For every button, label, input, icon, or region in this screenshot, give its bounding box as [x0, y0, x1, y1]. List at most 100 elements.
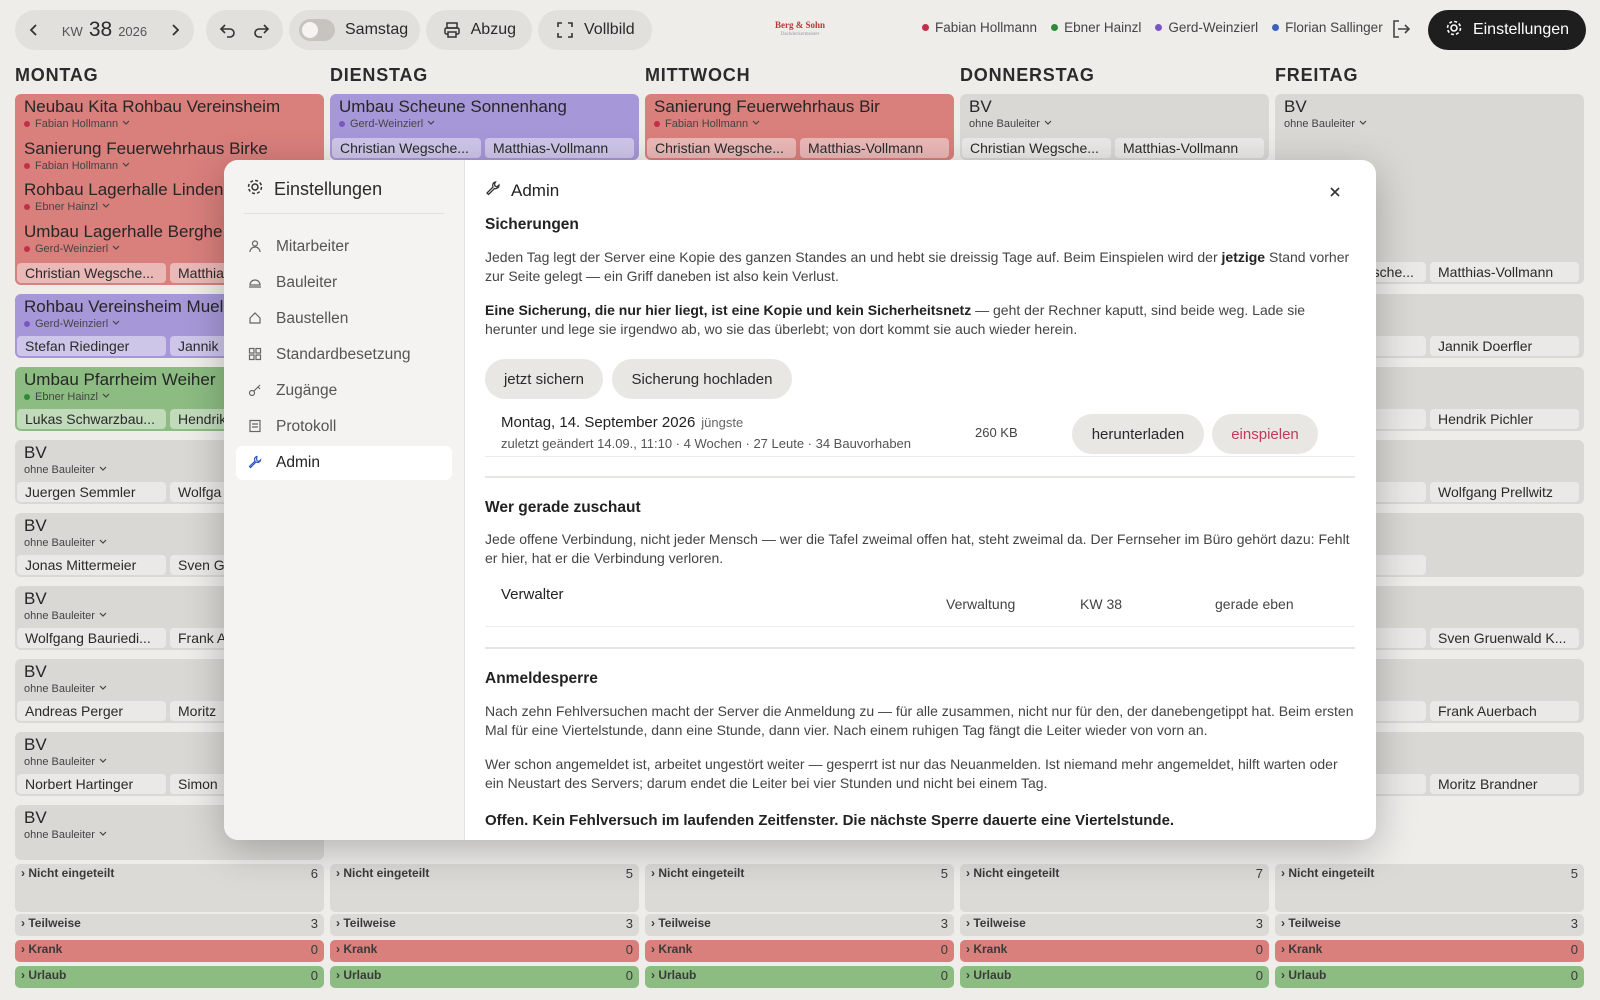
project-card[interactable]: BV ohne Bauleiter Christian Wegsche...Mat…: [960, 94, 1269, 160]
strip-krank[interactable]: › Krank 0: [330, 940, 639, 962]
admin-panel: Admin Sicherungen Jeden Tag legt der Ser…: [465, 160, 1376, 840]
worker-chip[interactable]: Wolfgang Prellwitz: [1430, 482, 1579, 502]
fullscreen-button[interactable]: Vollbild: [538, 10, 652, 50]
worker-chip[interactable]: Moritz Brandner: [1430, 774, 1579, 794]
settings-nav-helmet[interactable]: Bauleiter: [236, 266, 452, 300]
worker-chip[interactable]: Hendrik Pichler: [1430, 409, 1579, 429]
worker-chip[interactable]: Christian Wegsche...: [17, 262, 166, 283]
worker-chip[interactable]: Jonas Mittermeier: [17, 555, 166, 575]
viewers-title: Wer gerade zuschaut: [485, 499, 641, 516]
leader-dot: [24, 394, 30, 400]
strip-urlaub[interactable]: › Urlaub 0: [645, 966, 954, 988]
worker-chip[interactable]: Stefan Riedinger: [17, 336, 166, 356]
close-icon[interactable]: [1325, 182, 1345, 202]
strip-teil[interactable]: › Teilweise 3: [645, 914, 954, 936]
worker-chip[interactable]: Christian Wegsche...: [332, 138, 481, 158]
strip-label: Nicht eingeteilt: [973, 866, 1060, 880]
worker-chip[interactable]: Norbert Hartinger: [17, 774, 166, 794]
worker-chip[interactable]: Wolfgang Bauriedi...: [17, 628, 166, 648]
project-card[interactable]: Umbau Scheune Sonnenhang Gerd-Weinzierl C…: [330, 94, 639, 160]
worker-chip[interactable]: Matthias-Vollmann: [800, 138, 949, 158]
saturday-toggle[interactable]: Samstag: [289, 10, 420, 50]
worker-chip[interactable]: Matthias-Vollmann: [1430, 262, 1579, 282]
download-button[interactable]: herunterladen: [1072, 414, 1204, 454]
toggle-switch[interactable]: [299, 19, 335, 41]
strip-count: 0: [940, 942, 948, 957]
viewer-week: KW 38: [1080, 596, 1123, 612]
worker-chip[interactable]: Matthias-Vollmann: [485, 138, 634, 158]
site-leader[interactable]: Fabian Hollmann: [654, 117, 945, 131]
strip-nicht[interactable]: › Nicht eingeteilt 5: [1275, 864, 1584, 912]
strip-nicht[interactable]: › Nicht eingeteilt 5: [645, 864, 954, 912]
leader-name: ohne Bauleiter: [24, 829, 95, 841]
chevron-right-icon[interactable]: [164, 19, 186, 41]
strip-krank[interactable]: › Krank 0: [645, 940, 954, 962]
wrench-icon: [485, 180, 501, 201]
settings-button[interactable]: Einstellungen: [1428, 10, 1586, 50]
lock-text-1: Nach zehn Fehlversuchen macht der Server…: [485, 703, 1354, 738]
worker-chip[interactable]: Juergen Semmler: [17, 482, 166, 502]
worker-chip[interactable]: Christian Wegsche...: [962, 138, 1111, 158]
project-card[interactable]: Neubau Kita Rohbau Vereinsheim Fabian Hol…: [15, 94, 324, 136]
settings-nav-key[interactable]: Zugänge: [236, 374, 452, 408]
worker-chip[interactable]: Frank Auerbach: [1430, 701, 1579, 721]
viewer-name: Verwalter: [501, 586, 564, 603]
site-leader[interactable]: Fabian Hollmann: [24, 117, 315, 131]
print-button[interactable]: Abzug: [426, 10, 532, 50]
legend-name: Ebner Hainzl: [1064, 20, 1142, 35]
logout-icon[interactable]: [1390, 18, 1414, 42]
strip-count: 5: [940, 866, 948, 881]
strip-label: Urlaub: [973, 968, 1012, 982]
worker-chip[interactable]: Sven Gruenwald K...: [1430, 628, 1579, 648]
strip-teil[interactable]: › Teilweise 3: [15, 914, 324, 936]
strip-urlaub[interactable]: › Urlaub 0: [330, 966, 639, 988]
settings-nav-log[interactable]: Protokoll: [236, 410, 452, 444]
strip-teil[interactable]: › Teilweise 3: [1275, 914, 1584, 936]
worker-chip[interactable]: Matthias-Vollmann: [1115, 138, 1264, 158]
worker-chip[interactable]: Christian Wegsche...: [647, 138, 796, 158]
settings-nav-label: Baustellen: [276, 310, 349, 327]
settings-nav-person[interactable]: Mitarbeiter: [236, 230, 452, 264]
site-leader[interactable]: ohne Bauleiter: [969, 117, 1260, 131]
chevron-left-icon[interactable]: [23, 19, 45, 41]
save-now-button[interactable]: jetzt sichern: [485, 359, 603, 399]
strip-krank[interactable]: › Krank 0: [1275, 940, 1584, 962]
upload-backup-button[interactable]: Sicherung hochladen: [612, 359, 792, 399]
strip-krank[interactable]: › Krank 0: [15, 940, 324, 962]
chevron-down-icon: [108, 243, 121, 255]
strip-nicht[interactable]: › Nicht eingeteilt 6: [15, 864, 324, 912]
strip-urlaub[interactable]: › Urlaub 0: [15, 966, 324, 988]
strip-label: Krank: [973, 942, 1008, 956]
worker-chip[interactable]: Lukas Schwarzbau...: [17, 409, 166, 429]
viewer-role: Verwaltung: [946, 596, 1016, 612]
strip-label: Nicht eingeteilt: [1288, 866, 1375, 880]
strip-teil[interactable]: › Teilweise 3: [330, 914, 639, 936]
project-card[interactable]: Sanierung Feuerwehrhaus Bir Fabian Hollma…: [645, 94, 954, 160]
strip-nicht[interactable]: › Nicht eingeteilt 5: [330, 864, 639, 912]
strip-nicht[interactable]: › Nicht eingeteilt 7: [960, 864, 1269, 912]
settings-nav-house[interactable]: Baustellen: [236, 302, 452, 336]
viewer-time: gerade eben: [1215, 596, 1294, 612]
site-leader[interactable]: Gerd-Weinzierl: [339, 117, 630, 131]
worker-chip[interactable]: Jannik Doerfler: [1430, 336, 1579, 356]
leader-dot: [24, 162, 30, 169]
settings-nav-grid[interactable]: Standardbesetzung: [236, 338, 452, 372]
strip-count: 6: [310, 866, 318, 881]
leader-dot: [24, 321, 30, 327]
strip-krank[interactable]: › Krank 0: [960, 940, 1269, 962]
strip-urlaub[interactable]: › Urlaub 0: [1275, 966, 1584, 988]
redo-icon[interactable]: [250, 19, 272, 41]
settings-sidebar-title: Einstellungen: [246, 178, 382, 201]
worker-chip[interactable]: Andreas Perger: [17, 701, 166, 721]
restore-button[interactable]: einspielen: [1212, 414, 1318, 454]
site-leader[interactable]: ohne Bauleiter: [1284, 117, 1575, 131]
saturday-label: Samstag: [345, 21, 409, 38]
settings-nav-wrench[interactable]: Admin: [236, 446, 452, 480]
strip-urlaub[interactable]: › Urlaub 0: [960, 966, 1269, 988]
chevron-down-icon: [118, 160, 131, 172]
legend-item: Fabian Hollmann: [922, 20, 1037, 35]
strip-teil[interactable]: › Teilweise 3: [960, 914, 1269, 936]
undo-icon[interactable]: [217, 19, 239, 41]
strip-count: 0: [1255, 942, 1263, 957]
strip-count: 0: [940, 968, 948, 983]
